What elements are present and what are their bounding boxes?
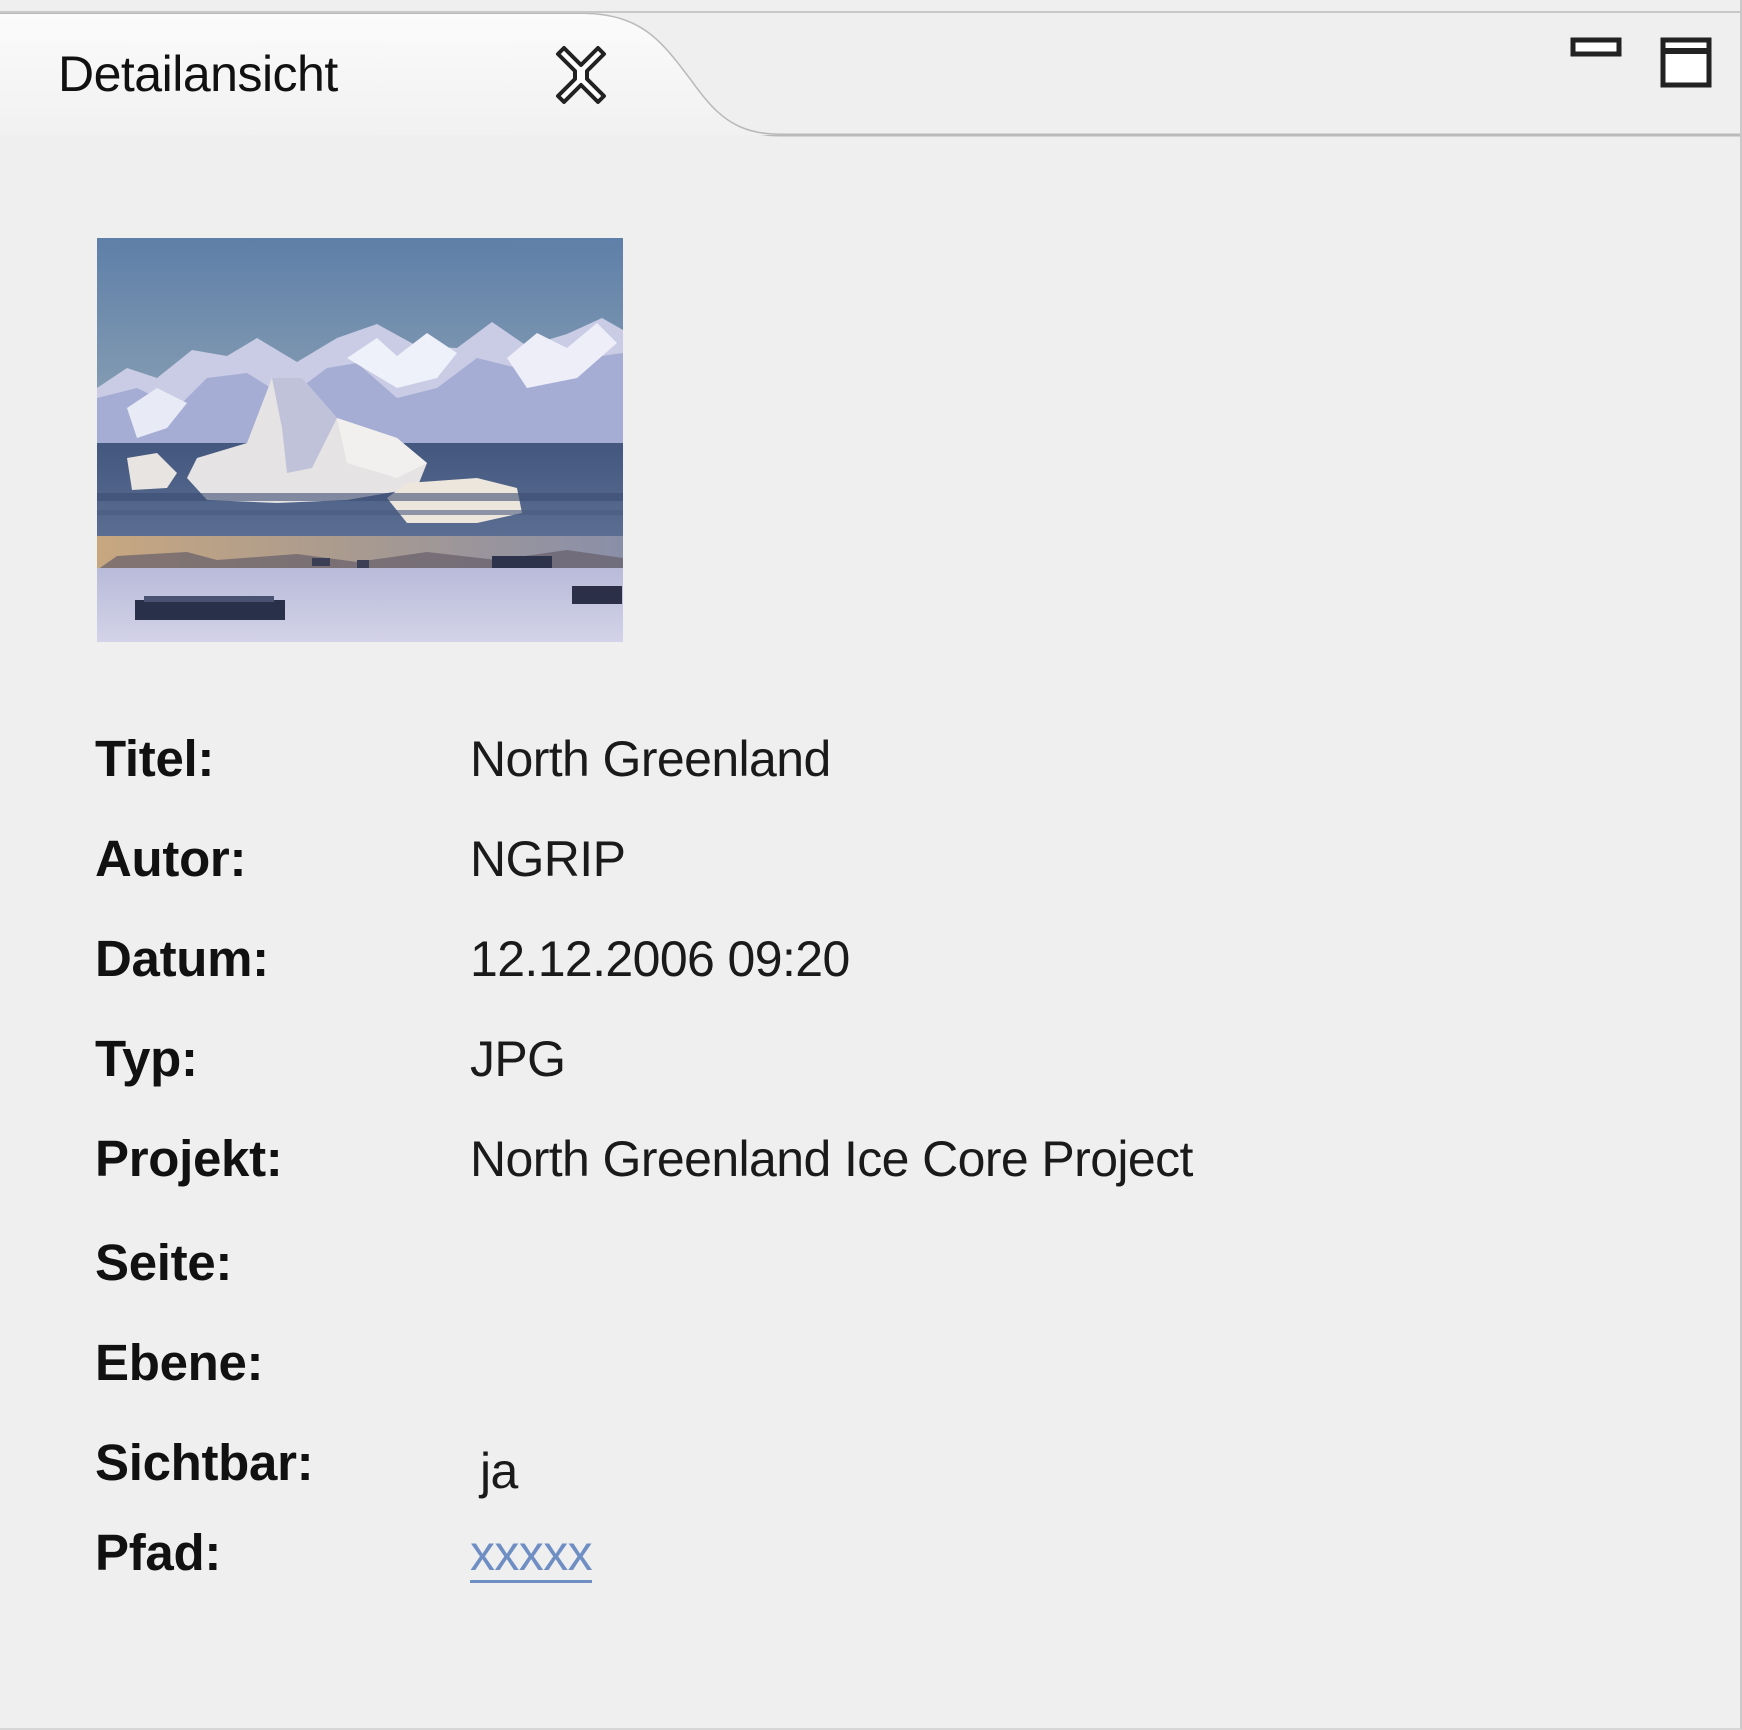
label-datum: Datum:: [95, 930, 269, 987]
label-ebene: Ebene:: [95, 1334, 264, 1391]
value-sichtbar: ja: [480, 1443, 518, 1499]
value-autor: NGRIP: [470, 831, 626, 887]
value-projekt: North Greenland Ice Core Project: [470, 1131, 1193, 1187]
label-sichtbar: Sichtbar:: [95, 1434, 314, 1491]
close-icon[interactable]: [550, 44, 612, 106]
image-thumbnail[interactable]: [97, 238, 623, 642]
label-titel: Titel:: [95, 730, 215, 787]
label-typ: Typ:: [95, 1030, 198, 1087]
tab-title[interactable]: Detailansicht: [58, 44, 338, 104]
minimize-icon[interactable]: [1568, 34, 1628, 64]
label-pfad: Pfad:: [95, 1524, 222, 1581]
detail-view-panel: Detailansicht Titel: North Greenland Aut…: [0, 0, 1742, 1730]
label-autor: Autor:: [95, 830, 247, 887]
label-projekt: Projekt:: [95, 1130, 283, 1187]
value-datum: 12.12.2006 09:20: [470, 931, 850, 987]
path-link[interactable]: xxxxx: [470, 1518, 593, 1588]
maximize-icon[interactable]: [1656, 34, 1716, 94]
label-seite: Seite:: [95, 1234, 233, 1291]
value-titel: North Greenland: [470, 731, 831, 787]
value-typ: JPG: [470, 1031, 566, 1087]
